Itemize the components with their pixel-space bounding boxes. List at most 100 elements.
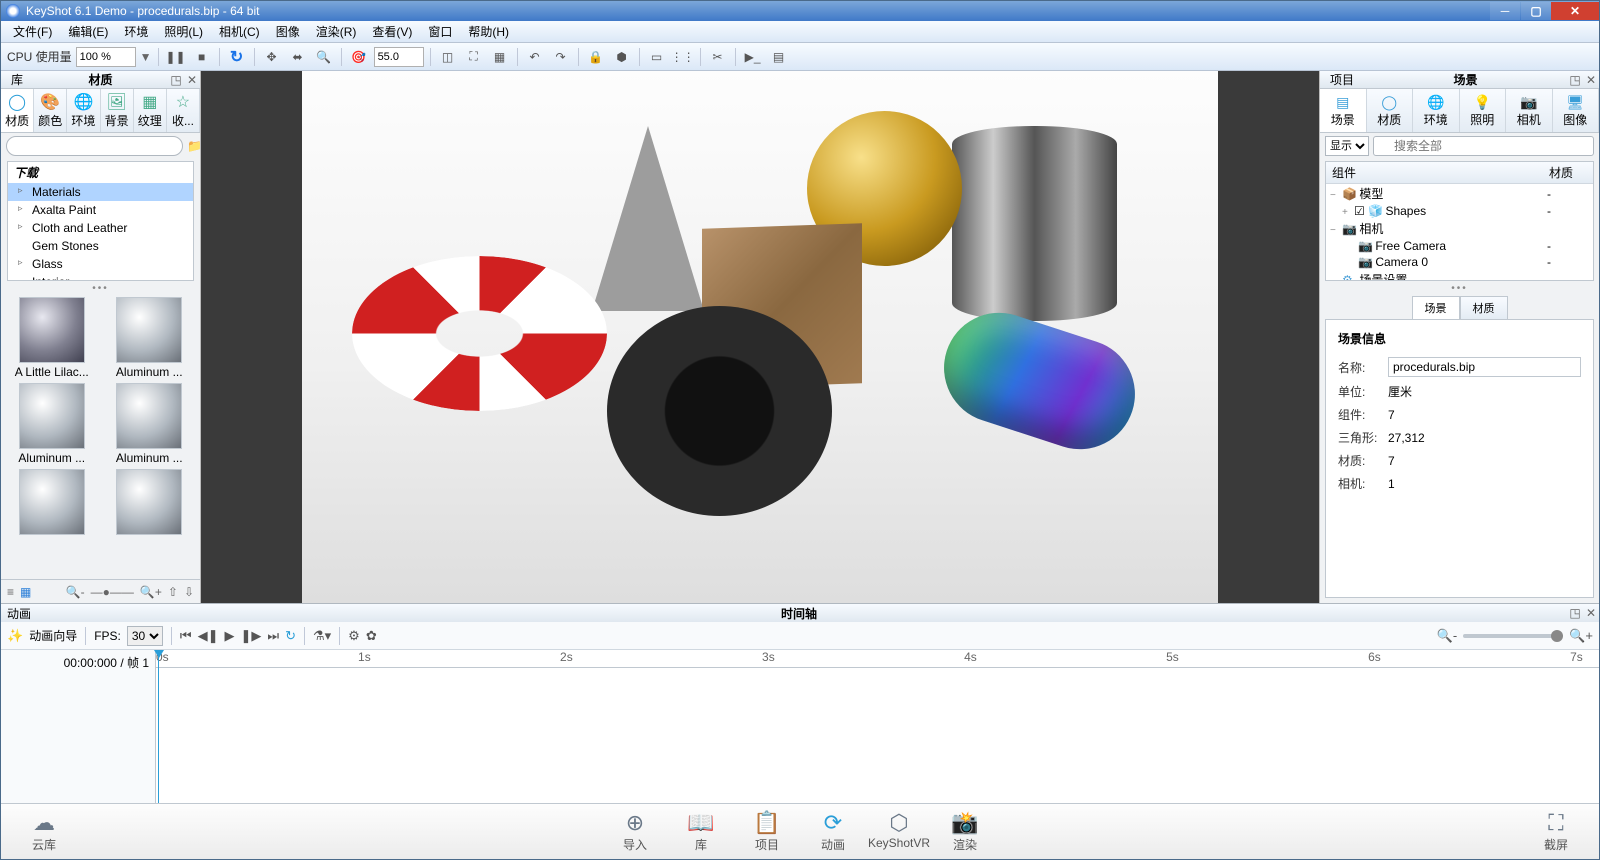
panel-close-icon[interactable]: ✕ <box>1583 606 1599 620</box>
anim-gear2-button[interactable]: ✿ <box>366 628 377 644</box>
proj-tab-camera[interactable]: 📷相机 <box>1506 89 1553 132</box>
material-category-tree[interactable]: 下载 Materials Axalta Paint Cloth and Leat… <box>7 161 194 281</box>
lib-tab-textures[interactable]: ▦纹理 <box>134 89 167 132</box>
focal-length-input[interactable] <box>374 47 424 67</box>
subtab-scene[interactable]: 场景 <box>1412 296 1460 319</box>
proj-tab-lighting[interactable]: 💡照明 <box>1460 89 1507 132</box>
perspective-button[interactable]: ◫ <box>437 46 459 68</box>
library-tab[interactable]: 库 <box>1 71 33 88</box>
zoom-out-icon[interactable]: 🔍- <box>66 585 85 599</box>
render-viewport[interactable] <box>201 71 1319 603</box>
panel-popout-icon[interactable]: ◳ <box>1567 606 1583 620</box>
tree-row-free-camera[interactable]: 📷 Free Camera- <box>1326 238 1593 254</box>
upload-icon[interactable]: ⇧ <box>168 585 178 599</box>
proj-tab-scene[interactable]: ▤场景 <box>1320 89 1367 132</box>
settings-button[interactable]: ▤ <box>768 46 790 68</box>
zoom-in-icon[interactable]: 🔍+ <box>140 585 162 599</box>
download-icon[interactable]: ⇩ <box>184 585 194 599</box>
cloud-library-button[interactable]: ☁云库 <box>11 810 77 853</box>
show-filter-combo[interactable]: 显示 <box>1325 136 1369 156</box>
refresh-button[interactable]: ↻ <box>226 46 248 68</box>
dolly-button[interactable]: 🔍 <box>313 46 335 68</box>
scene-tree[interactable]: 组件材质 −📦 模型- +☑ 🧊 Shapes- −📷 相机 📷 Free Ca… <box>1325 161 1594 281</box>
tree-col-material[interactable]: 材质 <box>1543 162 1593 184</box>
library-search-input[interactable] <box>6 136 183 156</box>
tree-item-gem[interactable]: Gem Stones <box>8 237 193 255</box>
pan-button[interactable]: ⬌ <box>287 46 309 68</box>
menu-environment[interactable]: 环境 <box>116 20 156 43</box>
loop-button[interactable]: ↻ <box>285 628 296 644</box>
grid-view-icon[interactable]: ▦ <box>20 585 31 599</box>
panel-popout-icon[interactable]: ◳ <box>1567 73 1583 87</box>
wizard-icon[interactable]: ✨ <box>7 628 23 644</box>
proj-tab-image[interactable]: 🖥图像 <box>1553 89 1600 132</box>
undo-button[interactable]: ↶ <box>524 46 546 68</box>
redo-button[interactable]: ↷ <box>550 46 572 68</box>
material-thumb[interactable]: Aluminum ... <box>105 383 195 465</box>
stop-button[interactable]: ■ <box>191 46 213 68</box>
proj-tab-material[interactable]: ◯材质 <box>1367 89 1414 132</box>
list-view-icon[interactable]: ≡ <box>7 585 14 599</box>
scene-name-input[interactable] <box>1388 357 1581 377</box>
step-back-button[interactable]: ◀❚ <box>198 628 219 644</box>
step-forward-button[interactable]: ❚▶ <box>240 628 261 644</box>
folder-add-icon[interactable]: 📁 <box>187 139 202 153</box>
resize-handle-icon[interactable]: ••• <box>1 283 200 293</box>
menu-help[interactable]: 帮助(H) <box>460 20 517 43</box>
panel-close-icon[interactable]: ✕ <box>184 73 200 87</box>
menu-window[interactable]: 窗口 <box>420 20 460 43</box>
menu-view[interactable]: 查看(V) <box>364 20 420 43</box>
tumble-button[interactable]: ✥ <box>261 46 283 68</box>
geometry-button[interactable]: ⬢ <box>611 46 633 68</box>
timeline-ruler[interactable]: 0s 1s 2s 3s 4s 5s 6s 7s <box>156 650 1599 668</box>
anim-settings-button[interactable]: ⚙ <box>348 628 360 644</box>
panel-popout-icon[interactable]: ◳ <box>168 73 184 87</box>
timeline-track-area[interactable]: 0s 1s 2s 3s 4s 5s 6s 7s <box>156 650 1599 803</box>
tool-a-button[interactable]: ✂ <box>707 46 729 68</box>
animation-wizard-button[interactable]: 动画向导 <box>29 627 77 644</box>
fps-combo[interactable]: 30 <box>127 626 163 646</box>
window-maximize-button[interactable]: ▢ <box>1521 2 1551 20</box>
tree-row-shapes[interactable]: +☑ 🧊 Shapes- <box>1326 203 1593 219</box>
menu-file[interactable]: 文件(F) <box>5 20 60 43</box>
material-thumb[interactable]: Aluminum ... <box>7 383 97 465</box>
play-button[interactable]: ▶ <box>224 628 234 644</box>
pause-button[interactable]: ❚❚ <box>165 46 187 68</box>
animation-tab[interactable]: 动画 <box>1 605 31 622</box>
tree-col-component[interactable]: 组件 <box>1326 162 1543 184</box>
window-minimize-button[interactable]: ─ <box>1490 2 1520 20</box>
menu-lighting[interactable]: 照明(L) <box>156 20 211 43</box>
lock-button[interactable]: 🔒 <box>585 46 607 68</box>
timeline-zoom-out-icon[interactable]: 🔍- <box>1437 628 1458 644</box>
subtab-material[interactable]: 材质 <box>1460 296 1508 319</box>
window-close-button[interactable]: ✕ <box>1551 2 1599 20</box>
tree-row-cameras[interactable]: −📷 相机 <box>1326 219 1593 238</box>
material-thumb[interactable] <box>7 469 97 537</box>
region-button[interactable]: ▭ <box>646 46 668 68</box>
animation-button[interactable]: ⟳动画 <box>800 810 866 853</box>
tree-item-materials[interactable]: Materials <box>8 183 193 201</box>
menu-edit[interactable]: 编辑(E) <box>60 20 116 43</box>
tree-row-models[interactable]: −📦 模型- <box>1326 184 1593 204</box>
lib-tab-materials[interactable]: ◯材质 <box>1 89 34 132</box>
screenshot-button[interactable]: ⛶截屏 <box>1523 810 1589 853</box>
material-thumb[interactable] <box>105 469 195 537</box>
resize-handle-icon[interactable]: ••• <box>1320 283 1599 293</box>
zoom-extents-button[interactable]: ⛶ <box>463 46 485 68</box>
timeline-playhead[interactable] <box>158 650 159 803</box>
material-thumb[interactable]: A Little Lilac... <box>7 297 97 379</box>
scene-search-input[interactable] <box>1373 136 1594 156</box>
menu-render[interactable]: 渲染(R) <box>308 20 365 43</box>
panel-close-icon[interactable]: ✕ <box>1583 73 1599 87</box>
tree-row-scene-settings[interactable]: −⚙ 场景设置 <box>1326 270 1593 281</box>
lib-tab-colors[interactable]: 🎨颜色 <box>34 89 67 132</box>
render-button[interactable]: 📸渲染 <box>932 810 998 853</box>
tree-row-camera0[interactable]: 📷 Camera 0- <box>1326 254 1593 270</box>
timeline-zoom-in-icon[interactable]: 🔍+ <box>1569 628 1593 644</box>
timeline-zoom-slider[interactable] <box>1463 634 1563 638</box>
lib-tab-environments[interactable]: 🌐环境 <box>67 89 100 132</box>
project-tab[interactable]: 项目 <box>1320 71 1364 88</box>
proj-tab-environment[interactable]: 🌐环境 <box>1413 89 1460 132</box>
library-button[interactable]: 📖库 <box>668 810 734 853</box>
menu-image[interactable]: 图像 <box>268 20 308 43</box>
